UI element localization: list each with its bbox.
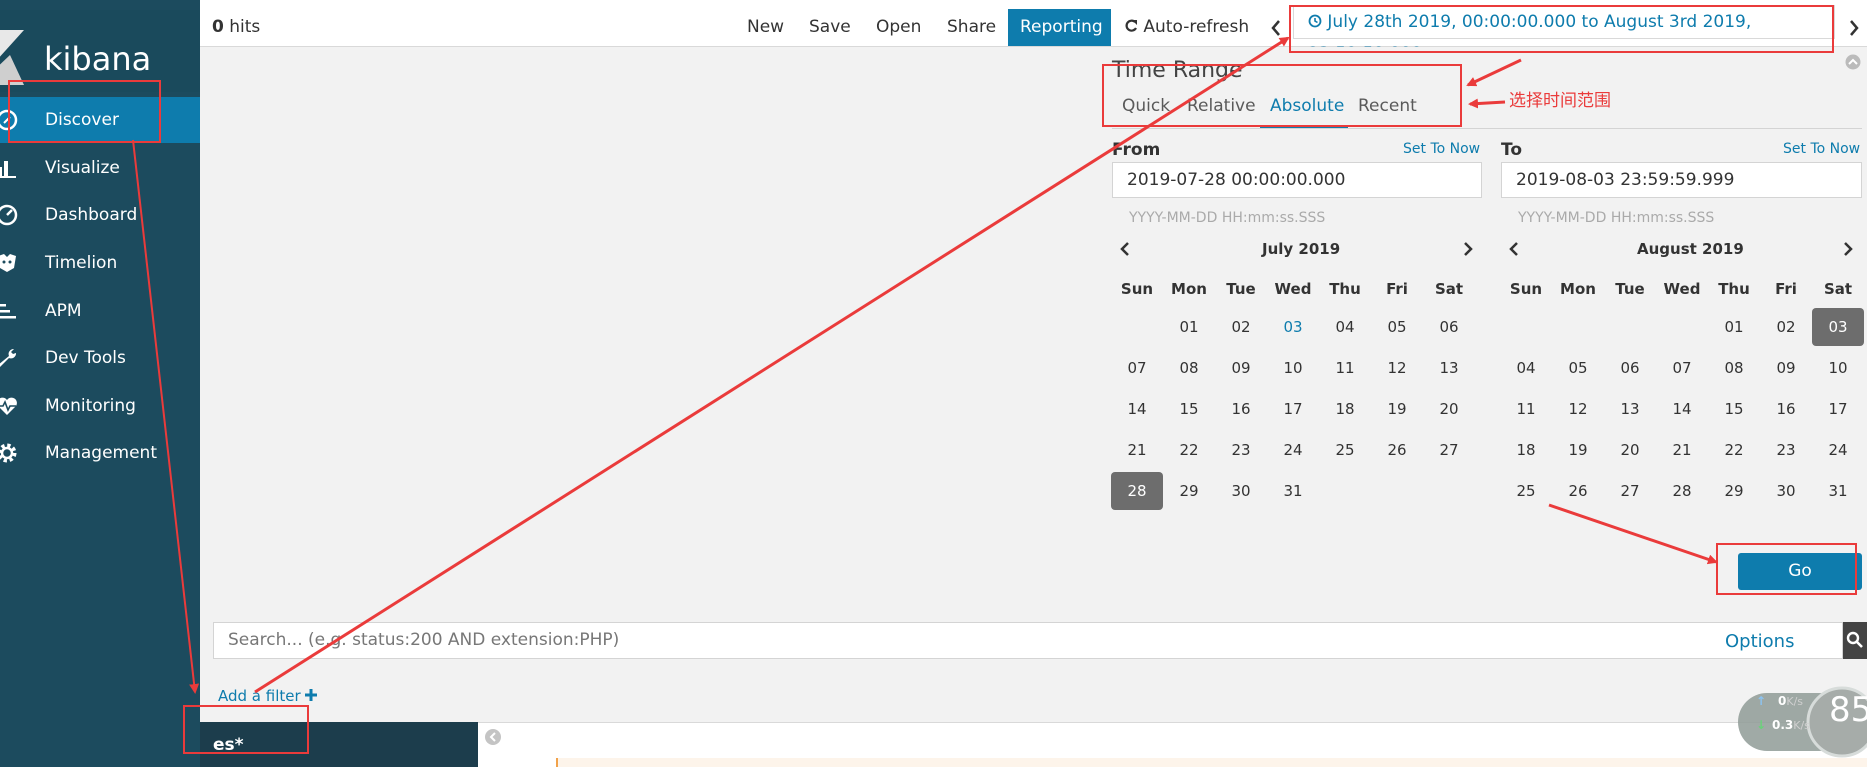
annotation-arrows bbox=[132, 36, 1718, 694]
annotation-box-index bbox=[183, 705, 309, 754]
annotation-box-time-range bbox=[1102, 64, 1462, 127]
annotation-box-discover bbox=[8, 80, 161, 143]
annotation-box-go bbox=[1716, 543, 1857, 595]
annotation-text: 选择时间范围 bbox=[1509, 91, 1611, 111]
annotation-box-time-display bbox=[1289, 5, 1834, 53]
